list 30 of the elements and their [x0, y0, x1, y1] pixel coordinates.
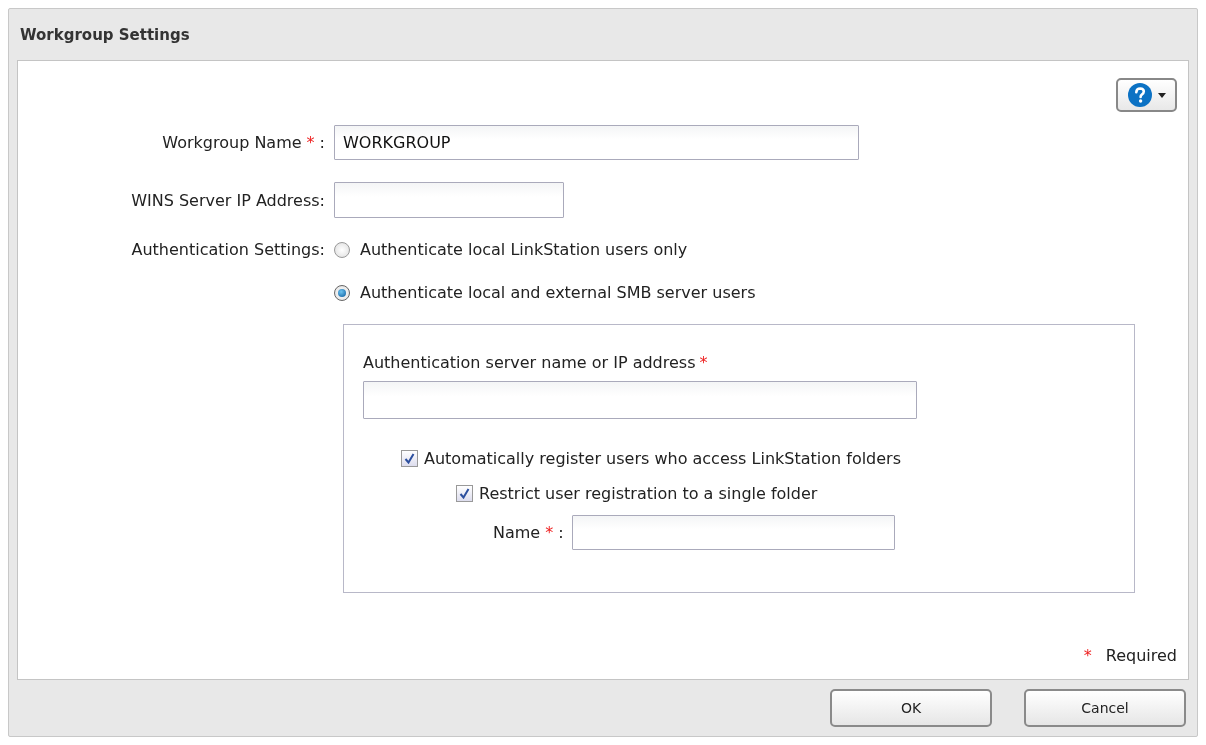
help-icon: [1127, 83, 1152, 107]
required-mark: *: [699, 353, 708, 372]
label-colon: :: [319, 133, 325, 152]
dialog-title: Workgroup Settings: [19, 24, 191, 46]
text-field[interactable]: WORKGROUP: [334, 125, 859, 160]
field-label: WINS Server IP Address:: [131, 190, 325, 210]
caret-icon: [1157, 92, 1166, 98]
required-mark: *: [306, 133, 315, 152]
checkbox-label: Automatically register users who access LinkStation folders: [424, 449, 902, 468]
required-mark: *: [545, 523, 554, 542]
field-label: Name: [493, 523, 541, 542]
label-colon: :: [558, 523, 564, 542]
field-label: Authentication Settings:: [131, 240, 325, 259]
text-field[interactable]: [363, 381, 917, 419]
checkbox[interactable]: [401, 450, 418, 467]
radio-button[interactable]: [334, 284, 350, 301]
text-field[interactable]: [571, 515, 895, 550]
dialog-button[interactable]: Cancel: [1024, 689, 1186, 727]
field-label: Authentication server name or IP address: [363, 353, 696, 372]
radio-button[interactable]: [334, 241, 350, 258]
checkbox[interactable]: [456, 485, 473, 502]
radio-label: Authenticate local and external SMB server users: [360, 283, 756, 302]
required-note: Required: [1105, 646, 1177, 665]
dialog-button[interactable]: OK: [830, 689, 992, 727]
checkbox-label: Restrict user registration to a single folder: [479, 484, 818, 503]
required-mark: *: [1083, 646, 1092, 665]
field-label: Workgroup Name: [162, 133, 302, 152]
help-button[interactable]: [1116, 78, 1177, 112]
radio-label: Authenticate local LinkStation users only: [360, 240, 688, 259]
text-field[interactable]: [334, 182, 564, 218]
